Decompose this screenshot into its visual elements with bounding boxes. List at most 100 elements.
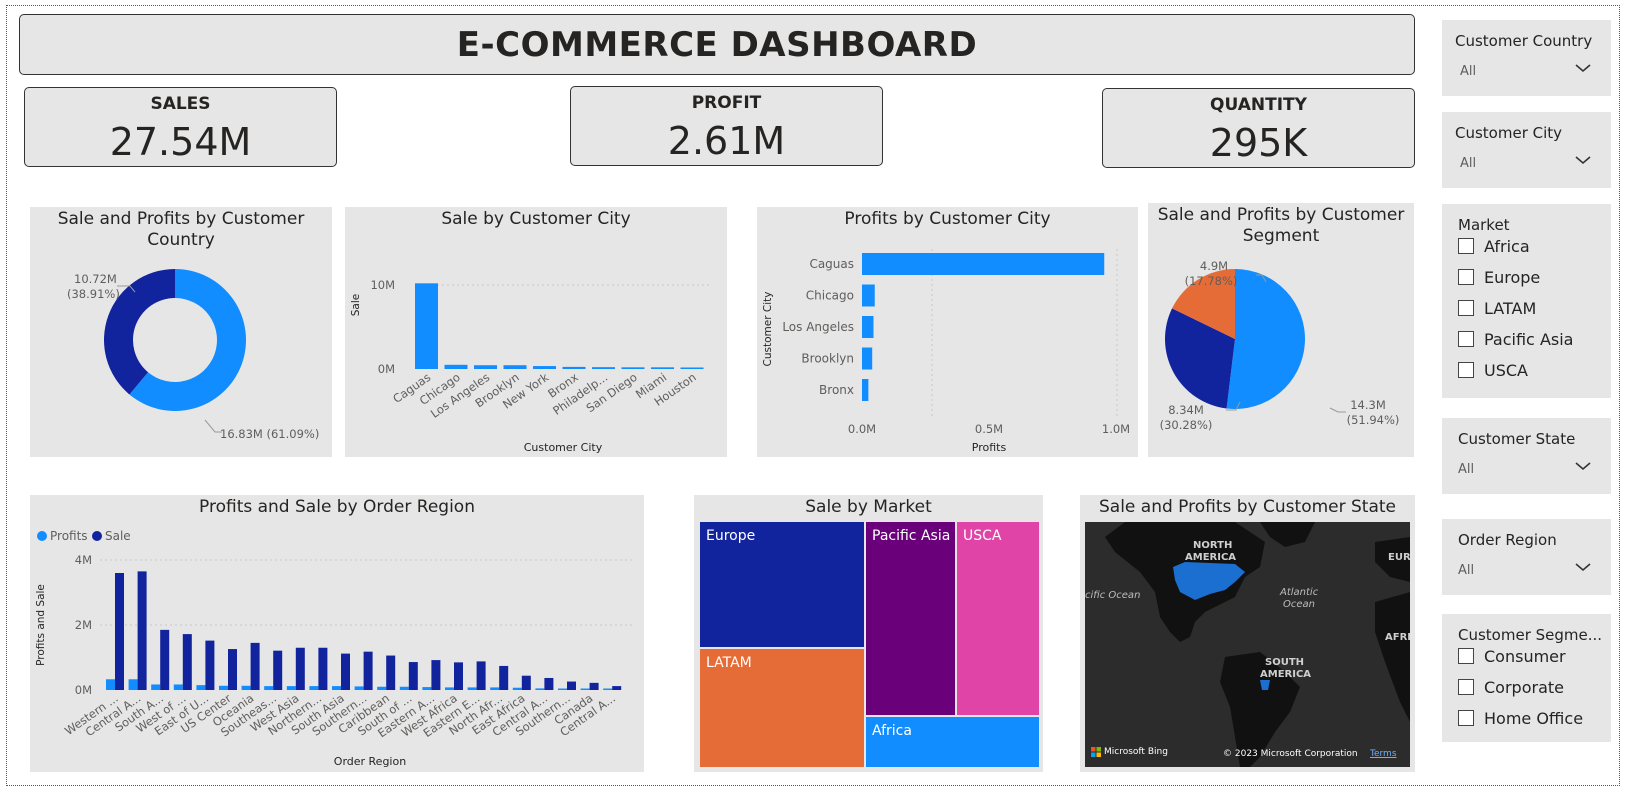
bar-sale[interactable] (318, 647, 328, 690)
bar[interactable] (562, 366, 586, 369)
bar[interactable] (862, 253, 1105, 275)
chart-sale-by-market[interactable]: Sale by Market Europe LATAM Pacific Asia… (694, 495, 1043, 772)
bar-sale[interactable] (589, 682, 599, 690)
checkbox-market-europe[interactable]: Europe (1458, 266, 1540, 288)
bar-profits[interactable] (558, 688, 567, 691)
checkbox[interactable] (1458, 362, 1474, 378)
bar[interactable] (415, 283, 438, 369)
slicer-dropdown-value[interactable]: All (1458, 563, 1474, 578)
bar[interactable] (862, 284, 875, 307)
legend-profits-label[interactable]: Profits (50, 529, 88, 543)
bar[interactable] (621, 367, 645, 369)
bar-sale[interactable] (115, 573, 124, 690)
bar-profits[interactable] (490, 687, 500, 690)
bar-sale[interactable] (454, 662, 463, 690)
bar-sale[interactable] (228, 649, 237, 690)
checkbox[interactable] (1458, 710, 1474, 726)
bar[interactable] (533, 366, 556, 369)
bar[interactable] (862, 347, 873, 370)
checkbox[interactable] (1458, 238, 1474, 254)
kpi-card-profit[interactable]: PROFIT 2.61M (570, 86, 883, 166)
bar-profits[interactable] (173, 684, 183, 690)
bar-sale[interactable] (341, 653, 350, 690)
bar-sale[interactable] (137, 571, 147, 690)
chart-profit-by-city[interactable]: Profits by Customer City 0.0M 0.5M 1.0M … (757, 207, 1138, 457)
checkbox-segment-corporate[interactable]: Corporate (1458, 676, 1564, 698)
bar[interactable] (503, 365, 527, 369)
checkbox[interactable] (1458, 648, 1474, 664)
bar-profits[interactable] (354, 686, 364, 690)
treemap-cell-pacific-asia[interactable]: Pacific Asia (866, 522, 955, 715)
bar-profits[interactable] (151, 684, 161, 690)
bar-sale[interactable] (182, 634, 192, 690)
chart-sale-profit-by-country[interactable]: Sale and Profits by Customer Country 10.… (30, 207, 332, 457)
bar-profits[interactable] (580, 688, 590, 691)
bar[interactable] (680, 367, 704, 369)
bar-sale[interactable] (295, 647, 305, 690)
bar-sale[interactable] (476, 661, 486, 690)
chart-profit-sale-by-region[interactable]: Profits and Sale by Order Region Profits… (30, 495, 644, 772)
bar-sale[interactable] (205, 640, 215, 690)
chevron-down-icon[interactable] (1573, 60, 1593, 76)
bar-profits[interactable] (603, 688, 613, 691)
bar-sale[interactable] (363, 651, 373, 690)
legend-sale-label[interactable]: Sale (105, 529, 131, 543)
map-terms-link[interactable]: Terms (1370, 749, 1397, 759)
bar-sale[interactable] (160, 629, 170, 690)
slicer-order-region[interactable]: Order Region All (1442, 519, 1611, 595)
checkbox[interactable] (1458, 679, 1474, 695)
chart-map-by-state[interactable]: Sale and Profits by Customer State NORTH… (1080, 495, 1415, 772)
treemap-cell-africa[interactable]: Africa (866, 717, 1039, 767)
checkbox-market-africa[interactable]: Africa (1458, 235, 1530, 257)
bar-sale[interactable] (521, 675, 531, 690)
map-canvas[interactable]: NORTH AMERICA SOUTH AMERICA cific Ocean … (1085, 522, 1410, 767)
bar-profits[interactable] (286, 686, 296, 690)
checkbox-market-pacific-asia[interactable]: Pacific Asia (1458, 328, 1573, 350)
bar-sale[interactable] (250, 642, 260, 690)
bar-profits[interactable] (535, 688, 545, 690)
kpi-card-sales[interactable]: SALES 27.54M (24, 87, 337, 167)
bar[interactable] (651, 367, 674, 369)
bar-profits[interactable] (196, 685, 206, 690)
bar-profits[interactable] (332, 686, 341, 690)
bar-profits[interactable] (128, 679, 138, 690)
bar-profits[interactable] (309, 686, 319, 690)
checkbox-segment-home-office[interactable]: Home Office (1458, 707, 1583, 729)
bar-profits[interactable] (422, 687, 432, 690)
slicer-customer-city[interactable]: Customer City All (1442, 112, 1611, 188)
bar-profits[interactable] (219, 685, 228, 690)
slicer-dropdown-value[interactable]: All (1458, 462, 1474, 477)
bar-sale[interactable] (612, 686, 622, 690)
bar[interactable] (862, 316, 874, 338)
checkbox-segment-consumer[interactable]: Consumer (1458, 645, 1566, 667)
bar-profits[interactable] (106, 679, 115, 690)
bar-profits[interactable] (264, 686, 274, 690)
bar[interactable] (474, 365, 497, 369)
slicer-customer-state[interactable]: Customer State All (1442, 418, 1611, 494)
bar-profits[interactable] (399, 686, 409, 690)
bar[interactable] (862, 379, 869, 401)
slicer-market[interactable]: Market Africa Europe LATAM Pacific Asia … (1442, 204, 1611, 398)
chart-sale-by-city[interactable]: Sale by Customer City 10M 0M Sale Custom… (345, 207, 727, 457)
treemap-cell-latam[interactable]: LATAM (700, 649, 864, 767)
checkbox-market-usca[interactable]: USCA (1458, 359, 1528, 381)
bar[interactable] (592, 367, 615, 369)
bar-sale[interactable] (544, 677, 554, 690)
bar-sale[interactable] (273, 650, 283, 690)
bar-profits[interactable] (377, 686, 387, 690)
treemap-cell-usca[interactable]: USCA (957, 522, 1039, 715)
bar-profits[interactable] (445, 687, 454, 690)
kpi-card-quantity[interactable]: QUANTITY 295K (1102, 88, 1415, 168)
bar-profits[interactable] (467, 687, 477, 690)
chart-sale-profit-by-segment[interactable]: Sale and Profits by Customer Segment 4.9… (1148, 203, 1414, 457)
bar[interactable] (444, 364, 468, 369)
bar-sale[interactable] (431, 660, 441, 690)
chevron-down-icon[interactable] (1573, 458, 1593, 474)
checkbox[interactable] (1458, 300, 1474, 316)
pie-slice[interactable] (1226, 269, 1305, 409)
chevron-down-icon[interactable] (1573, 559, 1593, 575)
bar-sale[interactable] (386, 655, 396, 690)
chevron-down-icon[interactable] (1573, 152, 1593, 168)
bar-profits[interactable] (512, 687, 522, 690)
slicer-dropdown-value[interactable]: All (1460, 64, 1476, 79)
